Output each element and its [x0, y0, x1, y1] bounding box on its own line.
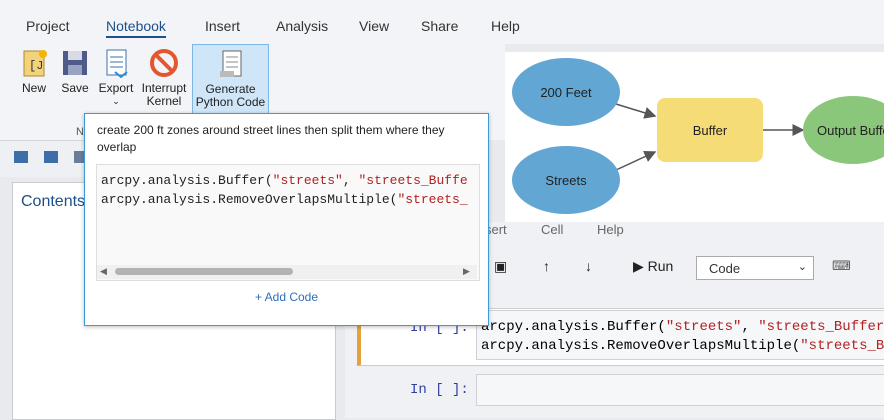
open-folder-icon[interactable] [14, 151, 28, 163]
popup-code-line-1: arcpy.analysis.Buffer("streets", "street… [101, 173, 468, 188]
menu-notebook[interactable]: Notebook [106, 18, 166, 38]
scroll-left-icon[interactable]: ◀ [100, 266, 107, 277]
new-notebook-icon: [J [23, 50, 47, 77]
cell-type-select[interactable]: Code ⌄ [696, 256, 814, 280]
document-code-icon [219, 50, 241, 77]
ribbon-group-label: N [76, 126, 84, 138]
chevron-down-icon: ⌄ [797, 261, 807, 273]
add-code-link[interactable]: + Add Code [85, 290, 488, 304]
menu-project[interactable]: Project [26, 18, 70, 34]
cell2-prompt: In [ ]: [410, 382, 469, 398]
run-button[interactable]: ▶ Run [633, 258, 673, 275]
interrupt-label-2: Kernel [146, 94, 182, 108]
save-icon [63, 51, 87, 75]
popup-code-line-2: arcpy.analysis.RemoveOverlapsMultiple("s… [101, 192, 468, 207]
pane-toolbar [0, 140, 92, 177]
paste-icon[interactable]: ▣ [494, 258, 507, 275]
nb-menu-cell[interactable]: Cell [541, 222, 563, 237]
contents-title: Contents [21, 193, 86, 210]
menu-view[interactable]: View [359, 18, 389, 34]
scroll-right-icon[interactable]: ▶ [463, 266, 470, 277]
generate-python-code-button[interactable]: Generate Python Code [192, 44, 269, 114]
svg-text:[J: [J [29, 59, 43, 73]
keyboard-icon[interactable]: ⌨ [832, 258, 851, 274]
save-label: Save [61, 81, 89, 95]
save-button[interactable]: Save [57, 44, 93, 114]
popup-code-box[interactable]: arcpy.analysis.Buffer("streets", "street… [96, 164, 480, 281]
nb-menu-help[interactable]: Help [597, 222, 624, 237]
connector-arrow [615, 103, 657, 119]
chevron-down-icon: ⌄ [112, 96, 120, 106]
cell1-line-2: arcpy.analysis.RemoveOverlapsMultiple("s… [481, 338, 884, 354]
move-up-icon[interactable]: ↑ [543, 258, 550, 274]
tool-node-buffer-label: Buffer [693, 123, 728, 138]
menu-help[interactable]: Help [491, 18, 520, 34]
input-node-streets-label: Streets [545, 173, 587, 188]
cell1-code-editor[interactable]: arcpy.analysis.Buffer("streets", "street… [476, 310, 884, 360]
horizontal-scrollbar[interactable]: ◀ ▶ [97, 265, 477, 279]
folder-icon[interactable] [44, 151, 58, 163]
export-button[interactable]: Export ⌄ [96, 44, 136, 114]
new-button[interactable]: [J New [16, 44, 52, 114]
connector-arrow [615, 150, 657, 171]
stop-icon [150, 49, 178, 77]
interrupt-kernel-button[interactable]: Interrupt Kernel [137, 44, 191, 114]
input-node-200-feet-label: 200 Feet [540, 85, 592, 100]
menu-insert[interactable]: Insert [205, 18, 240, 34]
cell-type-value: Code [709, 261, 741, 276]
cell2-code-editor[interactable] [476, 374, 884, 406]
output-node-label: Output Buffe [817, 123, 884, 138]
model-diagram: 200 Feet Streets Buffer Output Buffe [505, 52, 884, 222]
scrollbar-thumb[interactable] [115, 268, 293, 275]
ribbon-menu-bar: Project Notebook Insert Analysis View Sh… [0, 0, 884, 44]
move-down-icon[interactable]: ↓ [585, 258, 592, 274]
generate-code-popup: create 200 ft zones around street lines … [84, 113, 489, 326]
export-icon [106, 49, 128, 78]
cell1-line-1: arcpy.analysis.Buffer("streets", "street… [481, 319, 884, 335]
play-icon: ▶ [633, 258, 648, 274]
menu-analysis[interactable]: Analysis [276, 18, 328, 34]
diagram-canvas: 200 Feet Streets Buffer Output Buffe [512, 58, 884, 214]
new-label: New [21, 81, 46, 95]
run-label: Run [647, 258, 674, 274]
menu-share[interactable]: Share [421, 18, 458, 34]
generate-label-2: Python Code [195, 95, 266, 109]
popup-prompt-text: create 200 ft zones around street lines … [97, 123, 445, 154]
export-label: Export [98, 81, 134, 95]
